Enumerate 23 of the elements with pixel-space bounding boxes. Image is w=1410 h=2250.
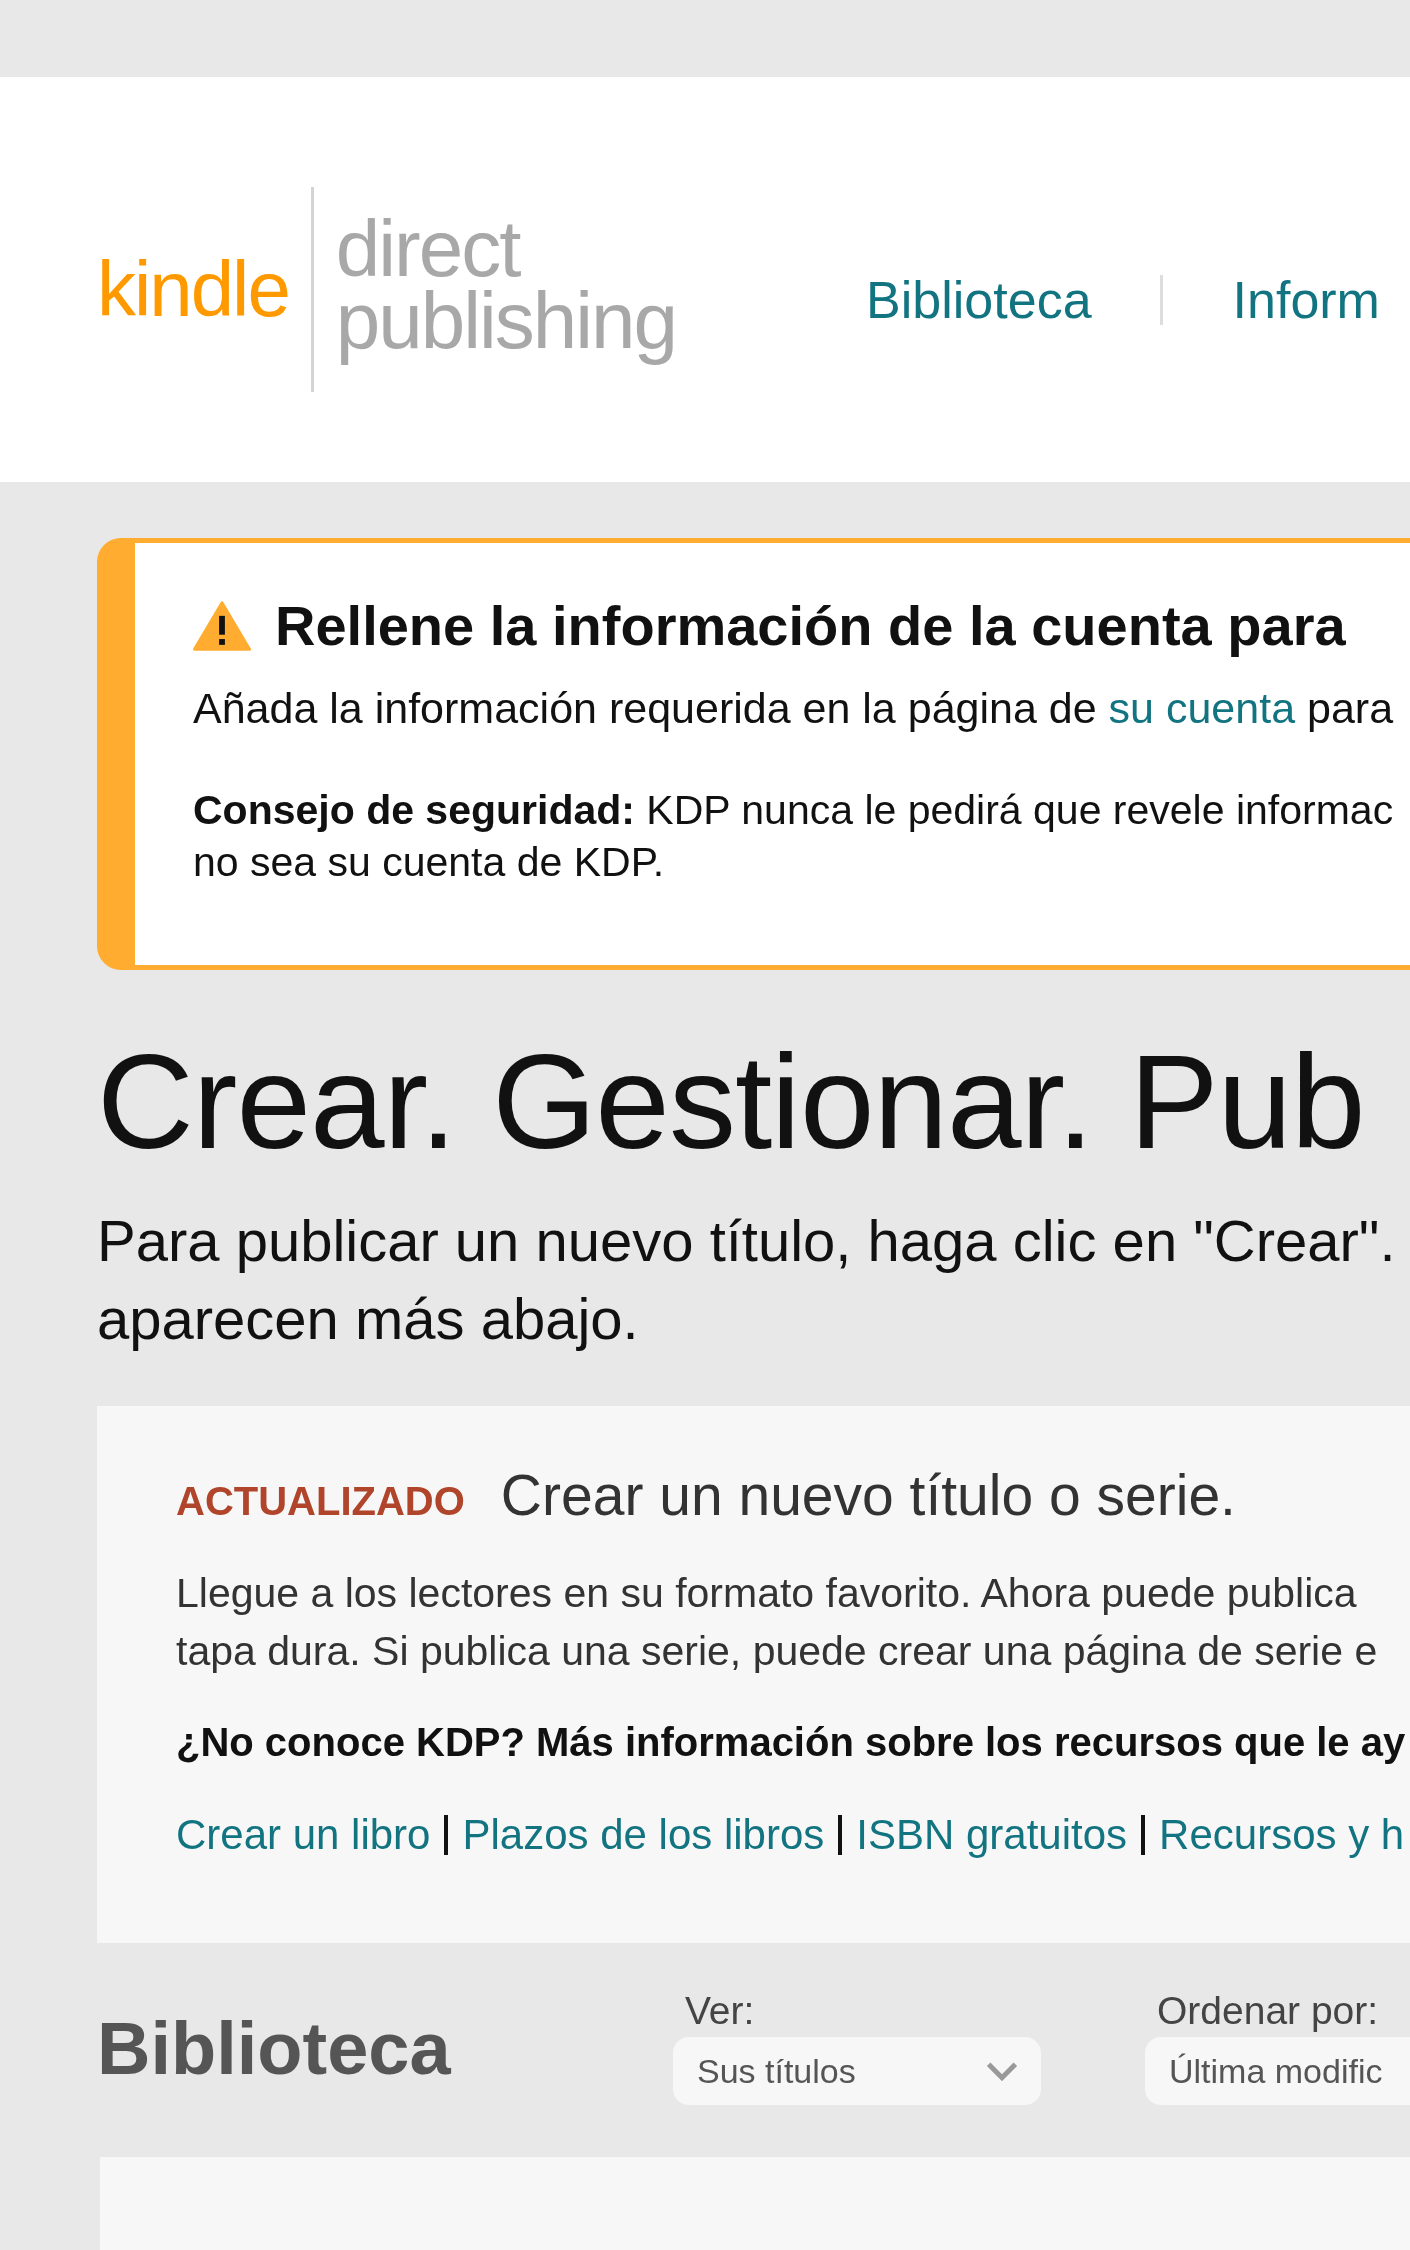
filter-label: Ordenar por:	[1157, 1989, 1380, 2033]
dropdown[interactable]: Sus títulos	[673, 2037, 1041, 2105]
help-text: ¿No conoce KDP? Más información sobre los recursos que le ay	[176, 1720, 1407, 1765]
warning-icon	[193, 600, 251, 651]
updated-label: ACTUALIZADO	[176, 1479, 465, 1524]
page-heading: Crear. Gestionar. Pub	[97, 1032, 1366, 1172]
promo-title: Crear un nuevo título o serie.	[500, 1462, 1236, 1528]
account-link[interactable]: su cuenta	[1108, 684, 1296, 732]
security-tip: Consejo de seguridad: KDP nunca le pedirá que revele informac no sea su cuenta de KDP.	[193, 786, 1395, 887]
logo-kindle: kindle	[97, 244, 289, 335]
resource-link[interactable]: Recursos y h	[1159, 1811, 1405, 1859]
alert-title: Rellene la información de la cuenta para	[275, 593, 1346, 658]
nav-link[interactable]: Inform	[1232, 269, 1380, 330]
dropdown[interactable]: Última modific	[1145, 2037, 1410, 2105]
resource-link[interactable]: Plazos de los libros	[462, 1811, 825, 1859]
nav-link[interactable]: Biblioteca	[866, 269, 1092, 330]
resource-link[interactable]: Crear un libro	[176, 1811, 431, 1859]
promo-text: Llegue a los lectores en su formato favorito. Ahora puede publica tapa dura. Si publica una serie, puede crear una página de serie e	[176, 1569, 1379, 1676]
alert-message: Añada la información requerida en la página de su cuenta para	[193, 683, 1395, 734]
library-heading: Biblioteca	[97, 2006, 452, 2091]
filter-label: Ver:	[685, 1989, 756, 2033]
intro-text: Para publicar un nuevo título, haga clic en "Crear". aparecen más abajo.	[97, 1207, 1397, 1353]
resource-link[interactable]: ISBN gratuitos	[856, 1811, 1128, 1859]
